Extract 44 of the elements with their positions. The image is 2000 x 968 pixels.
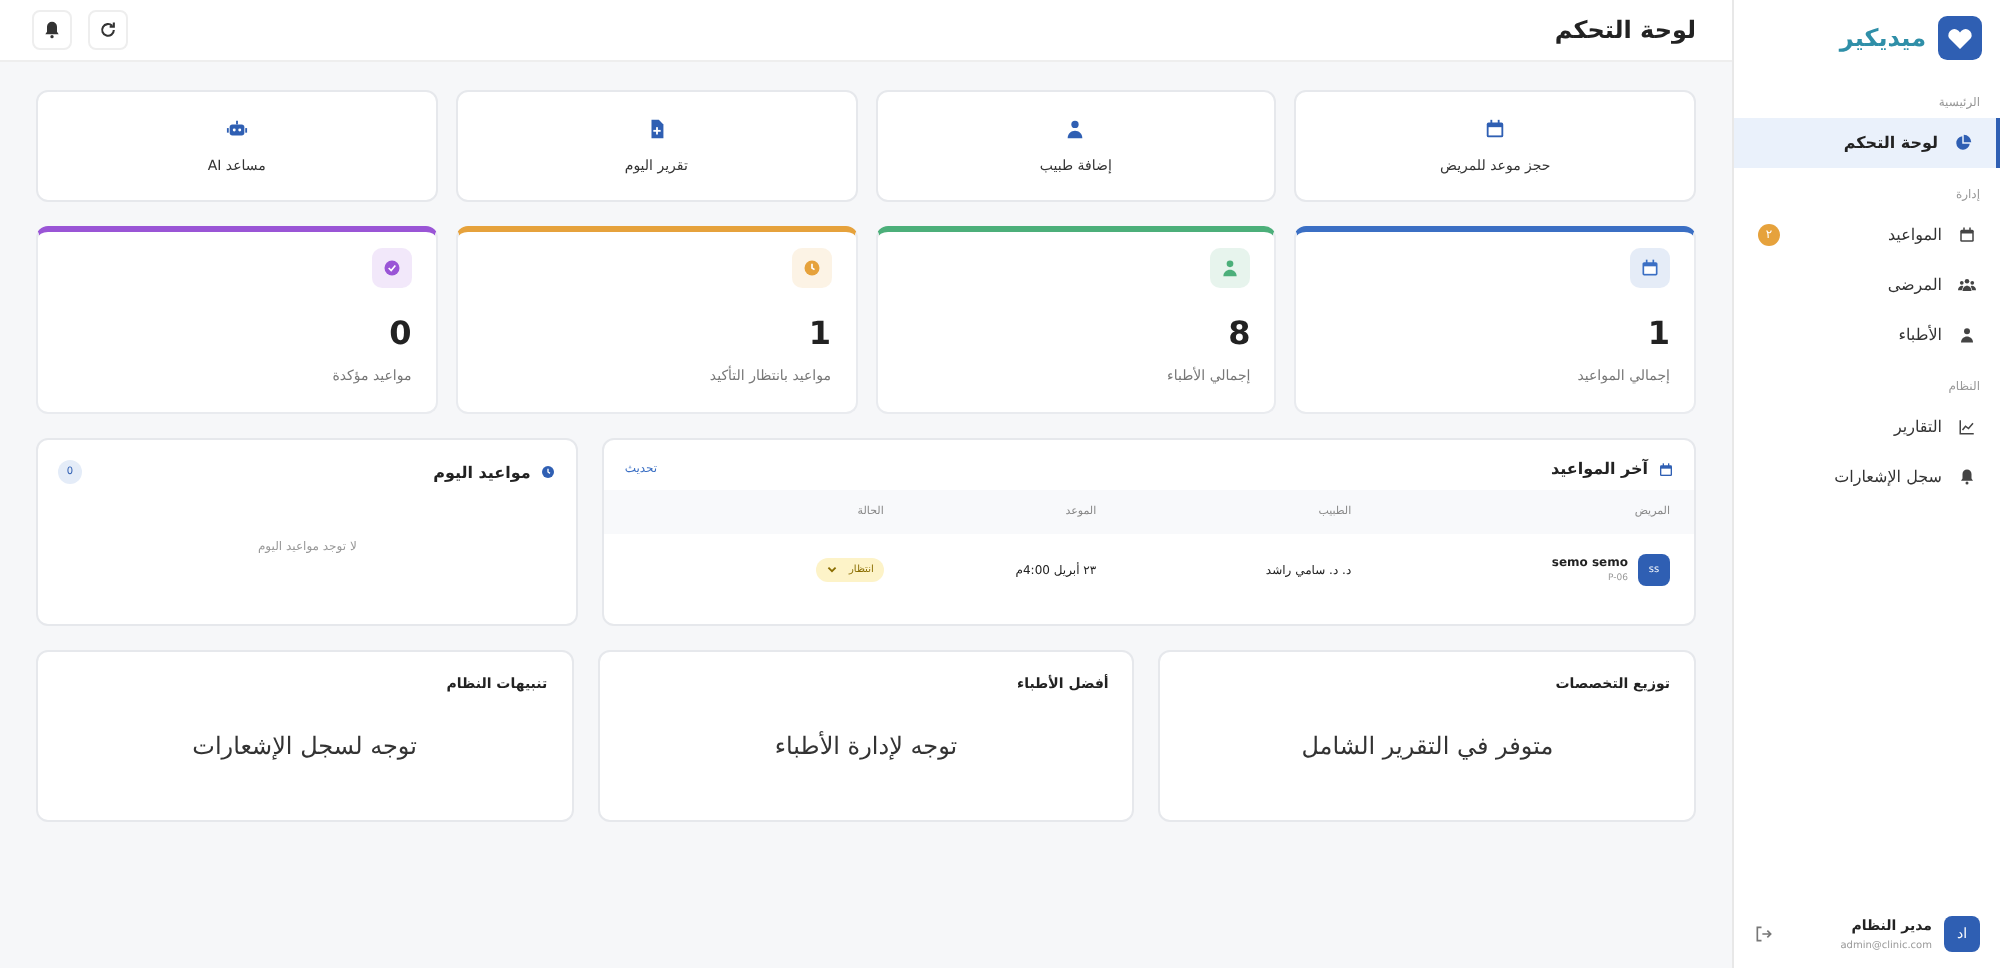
- sidebar-item-label: الأطباء: [1898, 326, 1942, 344]
- logout-icon[interactable]: [1754, 924, 1774, 944]
- sidebar-item[interactable]: الأطباء: [1734, 310, 2000, 360]
- calendar-icon: [1640, 258, 1660, 278]
- card-title: مواعيد اليوم: [433, 463, 531, 481]
- robot-icon: [225, 118, 248, 140]
- refresh-button[interactable]: [88, 10, 128, 50]
- clock-icon: [801, 258, 821, 278]
- sidebar-item-label: لوحة التحكم: [1843, 134, 1938, 152]
- panel-text: توجه لسجل الإشعارات: [190, 732, 419, 760]
- refresh-icon: [98, 20, 118, 40]
- panel-text: متوفر في التقرير الشامل: [1299, 732, 1556, 760]
- line-chart-icon: [1958, 418, 1976, 436]
- person-icon: [1220, 258, 1241, 278]
- brand-name: ميديكير: [1839, 24, 1926, 52]
- card-title: آخر المواعيد: [1551, 460, 1648, 478]
- sidebar-item[interactable]: التقارير: [1734, 402, 2000, 452]
- stat-value: 0: [389, 314, 412, 352]
- page-title: لوحة التحكم: [1554, 16, 1696, 44]
- stat-value: 1: [808, 314, 831, 352]
- heart-logo-icon: [1938, 16, 1982, 60]
- calendar-icon: [1484, 118, 1507, 140]
- pie-chart-icon: [1954, 134, 1972, 152]
- panel-text: توجه لإدارة الأطباء: [772, 732, 960, 760]
- stat-value: 8: [1228, 314, 1251, 352]
- sidebar-item[interactable]: المرضى: [1734, 260, 2000, 310]
- sidebar-item-label: المرضى: [1887, 276, 1942, 294]
- person-icon: [1958, 326, 1976, 344]
- sidebar-item-label: التقارير: [1893, 418, 1942, 436]
- bell-icon: [1958, 468, 1976, 486]
- sidebar-item-label: سجل الإشعارات: [1834, 468, 1942, 486]
- check-circle-icon: [381, 258, 402, 278]
- sidebar-item-label: المواعيد: [1887, 226, 1942, 244]
- person-icon: [1064, 118, 1087, 140]
- users-icon: [1958, 276, 1976, 294]
- calendar-icon: [1958, 226, 1976, 244]
- notifications-button[interactable]: [32, 10, 72, 50]
- stat-value: 1: [1647, 314, 1670, 352]
- chevron-down-icon: [825, 564, 838, 576]
- sidebar-item[interactable]: لوحة التحكم: [1734, 118, 2000, 168]
- bell-icon: [42, 20, 62, 40]
- clock-icon: [540, 464, 557, 480]
- calendar-icon: [1658, 461, 1674, 477]
- sidebar-item[interactable]: سجل الإشعارات: [1734, 452, 2000, 502]
